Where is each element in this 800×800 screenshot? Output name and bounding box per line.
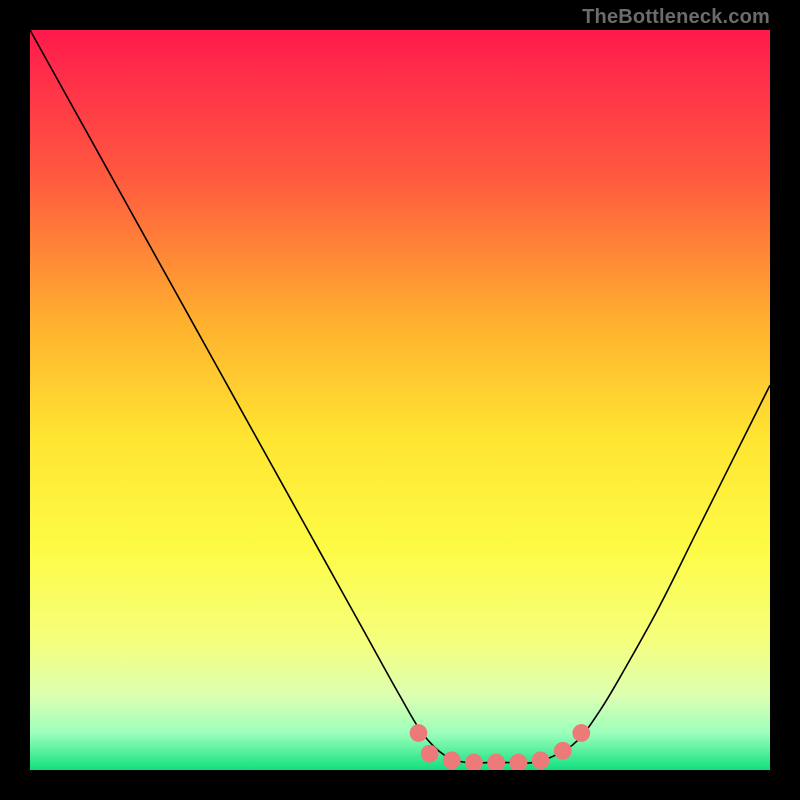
- chart-frame: TheBottleneck.com: [0, 0, 800, 800]
- optimal-zone-marker: [443, 752, 461, 770]
- watermark-text: TheBottleneck.com: [582, 6, 770, 29]
- optimal-zone-marker: [410, 724, 428, 742]
- optimal-zone-marker: [532, 752, 550, 770]
- optimal-zone-marker: [554, 742, 572, 760]
- gradient-background: [30, 30, 770, 770]
- optimal-zone-marker: [421, 745, 439, 763]
- bottleneck-curve-chart: [30, 30, 770, 770]
- optimal-zone-marker: [572, 724, 590, 742]
- plot-area: [30, 30, 770, 770]
